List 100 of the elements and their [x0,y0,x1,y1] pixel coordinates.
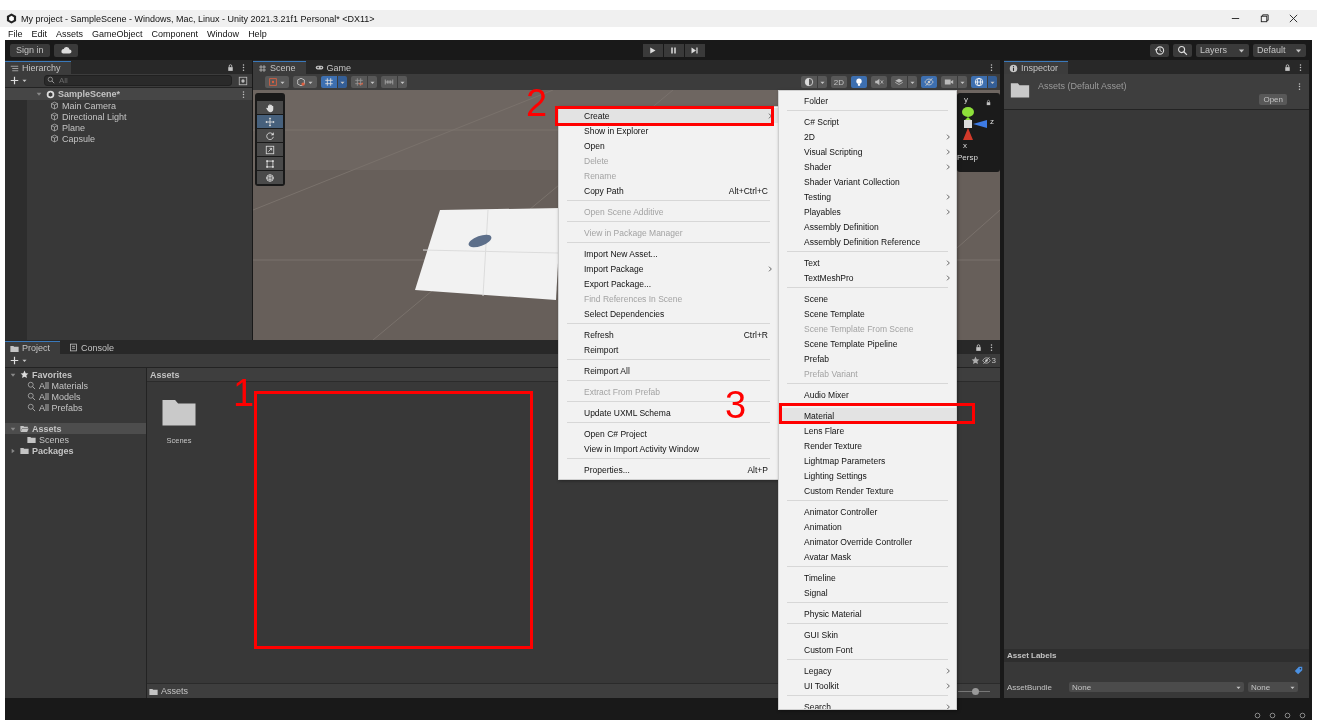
variant-dropdown[interactable]: None [1248,682,1298,692]
panel-tab[interactable]: Console [64,341,125,354]
rect-tool-tool[interactable] [257,157,283,170]
rotate-tool[interactable] [257,129,283,142]
layers-dropdown[interactable]: Layers [1196,43,1249,57]
lock-icon[interactable] [226,62,235,72]
menu-item[interactable]: Audio Mixer [779,387,956,402]
tag-icon[interactable] [1294,666,1303,675]
menu-item[interactable]: Assembly Definition [779,219,956,234]
dropdown-button[interactable] [817,76,827,88]
play-button[interactable] [642,43,663,57]
asset-bundle-dropdown[interactable]: None [1069,682,1244,692]
inspector-tab[interactable]: Inspector [1004,61,1069,74]
menu-item[interactable]: Export Package... [559,276,778,291]
menu-item[interactable]: Import Package [559,261,778,276]
transform-tool[interactable] [257,171,283,184]
panel-tab[interactable]: Project [5,341,60,354]
menu-item[interactable]: Animator Controller [779,504,956,519]
menu-item[interactable]: Custom Render Texture [779,483,956,498]
move-arrows-tool[interactable] [257,115,283,128]
menu-item[interactable]: Lighting Settings [779,468,956,483]
menu-item[interactable]: Scene Template [779,306,956,321]
history-button[interactable] [1150,43,1169,57]
hierarchy-item[interactable]: Plane [5,122,252,133]
dropdown-button[interactable] [988,76,997,88]
menu-item[interactable]: Assembly Definition Reference [779,234,956,249]
menu-item[interactable]: Assets [56,28,84,39]
plus-icon[interactable] [10,356,19,365]
menu-item[interactable]: Refresh Ctrl+R [559,327,778,342]
menu-item[interactable]: Render Texture [779,438,956,453]
menu-item[interactable]: Folder [779,93,956,108]
maximize-icon[interactable] [1259,13,1270,24]
sign-in-button[interactable]: Sign in [10,43,50,57]
tree-item[interactable]: Favorites [5,369,146,380]
dropdown-button[interactable] [958,76,967,88]
menu-item[interactable]: Import New Asset... [559,246,778,261]
menu-item[interactable]: Visual Scripting [779,144,956,159]
menu-item[interactable]: Component [151,28,199,39]
2d-toggle[interactable]: 2D [830,76,847,88]
menu-item[interactable]: Animation [779,519,956,534]
menu-item[interactable]: Prefab [779,351,956,366]
search-field[interactable]: All [44,75,232,86]
close-icon[interactable] [1288,13,1299,24]
tree-item[interactable]: Packages [5,445,146,456]
tree-item[interactable]: All Prefabs [5,402,146,413]
lock-icon[interactable] [974,342,983,352]
collapse-arrow-icon[interactable] [9,446,17,455]
menu-item[interactable]: Reimport [559,342,778,357]
view-tab[interactable]: Scene [253,61,306,74]
lock-icon[interactable] [1283,62,1292,72]
menu-item[interactable]: Signal [779,585,956,600]
search-button[interactable] [1173,43,1192,57]
menu-item[interactable]: Playables [779,204,956,219]
plus-icon[interactable] [10,76,19,85]
pause-button[interactable] [663,43,684,57]
menu-item[interactable]: Edit [31,28,48,39]
tree-item[interactable]: Scenes [5,434,146,445]
layers-toggle[interactable] [891,76,907,88]
tree-item[interactable]: All Models [5,391,146,402]
menu-item[interactable]: Avatar Mask [779,549,956,564]
menu-item[interactable]: Animator Override Controller [779,534,956,549]
menu-item[interactable]: Lens Flare [779,423,956,438]
grid-toggle[interactable] [321,76,337,88]
dropdown-button[interactable] [908,76,917,88]
ruler-toggle[interactable] [381,76,397,88]
slider-thumb[interactable] [971,687,979,695]
menu-item[interactable]: Physic Material [779,606,956,621]
menu-item[interactable]: Lightmap Parameters [779,453,956,468]
caret-icon[interactable] [21,77,28,84]
menu-item[interactable]: File [8,28,23,39]
menu-item[interactable]: View in Import Activity Window [559,441,778,456]
step-button[interactable] [684,43,705,57]
view-tab[interactable]: Game [309,61,362,74]
menu-item[interactable]: Copy Path Alt+Ctrl+C [559,183,778,198]
open-button[interactable]: Open [1259,94,1287,105]
menu-item[interactable]: Search [779,699,956,709]
dropdown-button[interactable] [368,76,377,88]
snap-toggle[interactable] [351,76,367,88]
eye-slash-toggle[interactable] [921,76,937,88]
menu-item[interactable]: Open C# Project [559,426,778,441]
scale-tool[interactable] [257,143,283,156]
menu-item[interactable]: Scene Template Pipeline [779,336,956,351]
cloud-button[interactable] [53,43,78,57]
dropdown-button[interactable] [338,76,347,88]
camera-toggle[interactable] [941,76,957,88]
hand-tool[interactable] [257,101,283,114]
menu-item[interactable]: Select Dependencies [559,306,778,321]
menu-item[interactable]: Legacy [779,663,956,678]
menu-item[interactable]: GameObject [92,28,143,39]
menu-item[interactable]: C# Script [779,114,956,129]
menu-item[interactable]: Scene [779,291,956,306]
menu-item[interactable]: Custom Font [779,642,956,657]
hierarchy-item[interactable]: Main Camera [5,100,252,111]
menu-item[interactable]: GUI Skin [779,627,956,642]
menu-item[interactable]: 2D [779,129,956,144]
menu-item[interactable]: Shader [779,159,956,174]
globe-toggle[interactable] [971,76,987,88]
caret-icon[interactable] [21,357,28,364]
sphere-toggle[interactable] [800,76,817,88]
layout-dropdown[interactable]: Default [1253,43,1306,57]
